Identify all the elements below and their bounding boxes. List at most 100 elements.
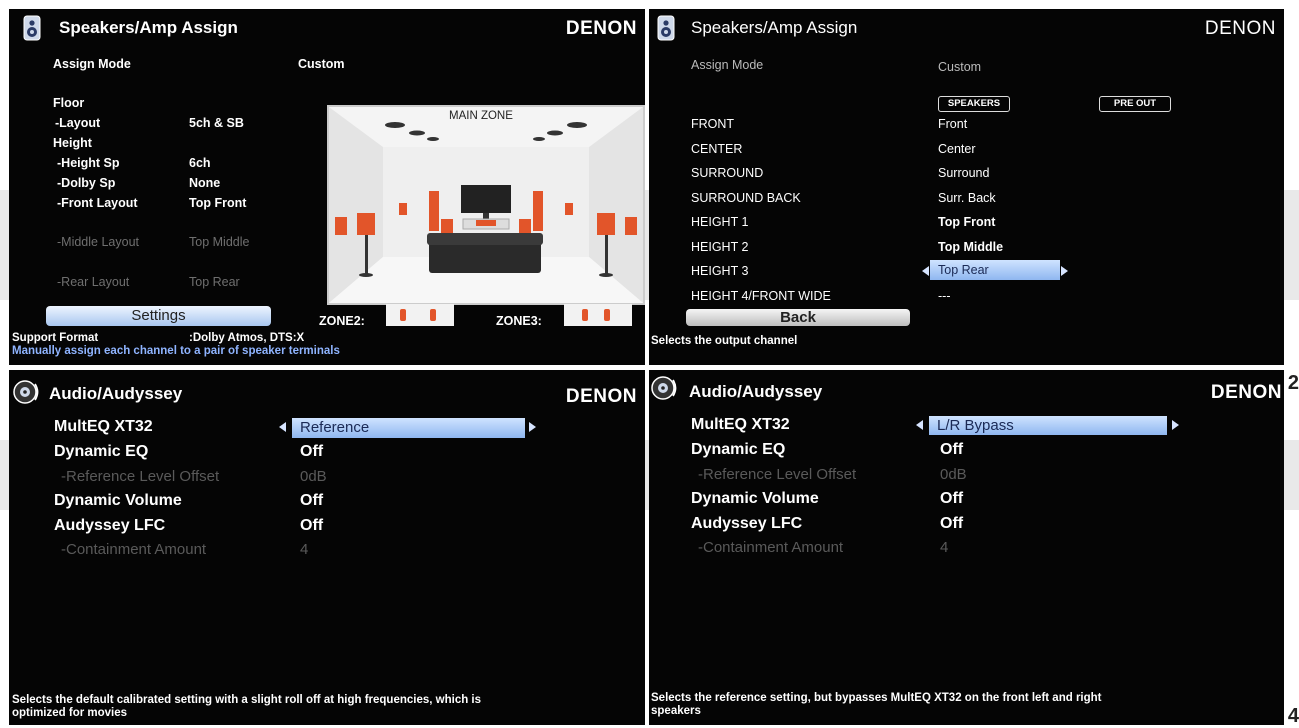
chevron-right-icon[interactable]	[1172, 420, 1179, 430]
back-button[interactable]: Back	[686, 309, 910, 326]
setting-label-reference-level-offset: -Reference Level Offset	[698, 466, 857, 483]
zone2-label: ZONE2:	[319, 314, 365, 328]
setting-label-containment-amount: -Containment Amount	[61, 541, 207, 558]
channel-value-surround-back[interactable]: Surr. Back	[938, 191, 996, 205]
audio-disc-icon	[13, 380, 43, 404]
speakers-amp-assign-panel-2: Speakers/Amp Assign DENON Assign Mode Cu…	[649, 9, 1284, 365]
setting-label-dynamic-volume: Dynamic Volume	[691, 490, 819, 507]
setting-value-dynamic-eq[interactable]: Off	[940, 441, 963, 459]
title-bar: Speakers/Amp Assign DENON	[9, 9, 645, 47]
setting-value-dynamic-volume[interactable]: Off	[940, 490, 963, 508]
chevron-right-icon[interactable]	[1061, 266, 1068, 276]
setting-value-audyssey-lfc[interactable]: Off	[940, 515, 963, 533]
setting-value-dynamic-volume[interactable]: Off	[300, 492, 323, 510]
brand-logo: DENON	[565, 386, 637, 407]
row-value-front-layout[interactable]: Top Front	[189, 196, 246, 210]
setting-value-containment-amount: 4	[300, 541, 309, 558]
setting-label-audyssey-lfc: Audyssey LFC	[54, 517, 166, 534]
chevron-left-icon[interactable]	[916, 420, 923, 430]
row-label-height: Height	[53, 136, 92, 150]
setting-label-audyssey-lfc: Audyssey LFC	[691, 515, 803, 532]
setting-value-dynamic-eq[interactable]: Off	[300, 443, 323, 461]
zone2-speaker-preview	[386, 304, 454, 326]
chevron-left-icon[interactable]	[922, 266, 929, 276]
row-value-layout[interactable]: 5ch & SB	[189, 116, 244, 130]
channel-value-height-1[interactable]: Top Front	[938, 215, 995, 229]
channel-value-center[interactable]: Center	[938, 142, 976, 156]
settings-button[interactable]: Settings	[46, 306, 271, 326]
row-label-front-layout[interactable]: -Front Layout	[57, 196, 138, 210]
setting-label-dynamic-volume: Dynamic Volume	[54, 492, 182, 509]
channel-label-surround: SURROUND	[691, 166, 764, 180]
setting-value-audyssey-lfc[interactable]: Off	[300, 517, 323, 535]
channel-label-height-2: HEIGHT 2	[691, 240, 749, 254]
channel-label-height-1: HEIGHT 1	[691, 215, 749, 229]
page-title: Speakers/Amp Assign	[691, 18, 858, 37]
support-format-value: :Dolby Atmos, DTS:X	[189, 332, 305, 344]
row-value-height-sp[interactable]: 6ch	[189, 156, 211, 170]
setting-value-reference-level-offset: 0dB	[940, 466, 967, 483]
speaker-layout-illustration: MAIN ZONE	[327, 105, 645, 305]
setting-label-dynamic-eq: Dynamic EQ	[54, 443, 149, 460]
page-title: Audio/Audyssey	[689, 382, 823, 401]
brand-logo: DENON	[1210, 382, 1282, 403]
row-label-layout[interactable]: -Layout	[55, 116, 100, 130]
setting-label-multeq: MultEQ XT32	[54, 418, 153, 435]
page-number: 4	[1287, 705, 1299, 727]
assign-mode-label: Assign Mode	[53, 57, 131, 71]
zone3-label: ZONE3:	[496, 314, 542, 328]
channel-value-front[interactable]: Front	[938, 117, 967, 131]
multeq-selected-value[interactable]: Reference	[292, 418, 525, 438]
audio-audyssey-panel-3: Audio/Audyssey DENON MultEQ XT32 Referen…	[9, 370, 645, 725]
row-label-dolby-sp[interactable]: -Dolby Sp	[57, 176, 115, 190]
row-label-height-sp[interactable]: -Height Sp	[57, 156, 120, 170]
setting-value-reference-level-offset: 0dB	[300, 468, 327, 485]
setting-label-containment-amount: -Containment Amount	[698, 539, 844, 556]
room-drawing	[329, 107, 643, 303]
setting-label-reference-level-offset: -Reference Level Offset	[61, 468, 220, 485]
channel-label-height-4: HEIGHT 4/FRONT WIDE	[691, 289, 831, 303]
channel-label-front: FRONT	[691, 117, 735, 131]
title-bar: Speakers/Amp Assign DENON	[649, 9, 1284, 47]
title-bar: Audio/Audyssey DENON	[9, 370, 645, 408]
help-text: Manually assign each channel to a pair o…	[12, 345, 340, 357]
help-text-line-2: speakers	[651, 705, 701, 717]
assign-mode-value[interactable]: Custom	[298, 57, 345, 71]
channel-value-height-3-selected[interactable]: Top Rear	[930, 260, 1060, 280]
channel-label-height-3: HEIGHT 3	[691, 264, 749, 278]
page-title: Audio/Audyssey	[49, 384, 183, 403]
speaker-icon	[19, 15, 45, 41]
help-text-line-2: optimized for movies	[12, 707, 128, 719]
setting-label-multeq: MultEQ XT32	[691, 416, 790, 433]
row-label-floor: Floor	[53, 96, 85, 110]
channel-label-center: CENTER	[691, 142, 743, 156]
setting-value-containment-amount: 4	[940, 539, 949, 556]
speakers-amp-assign-panel-1: Speakers/Amp Assign DENON Assign Mode Cu…	[9, 9, 645, 365]
row-value-dolby-sp[interactable]: None	[189, 176, 220, 190]
help-text-line-1: Selects the default calibrated setting w…	[12, 694, 482, 706]
row-label-rear-layout: -Rear Layout	[57, 275, 130, 289]
audio-disc-icon	[651, 376, 681, 400]
brand-logo: DENON	[1204, 18, 1276, 39]
chevron-right-icon[interactable]	[529, 422, 536, 432]
audio-audyssey-panel-4: Audio/Audyssey DENON MultEQ XT32 L/R Byp…	[649, 370, 1284, 725]
speaker-icon	[653, 15, 679, 41]
channel-value-surround[interactable]: Surround	[938, 166, 989, 180]
zone3-speaker-preview	[564, 304, 632, 326]
help-text-line-1: Selects the reference setting, but bypas…	[651, 692, 1102, 704]
brand-logo: DENON	[565, 18, 637, 39]
row-value-rear-layout: Top Rear	[189, 275, 240, 289]
column-header-speakers: SPEAKERS	[938, 96, 1010, 112]
channel-label-surround-back: SURROUND BACK	[691, 191, 801, 205]
assign-mode-value: Custom	[938, 60, 982, 74]
column-header-pre-out: PRE OUT	[1099, 96, 1171, 112]
page-title: Speakers/Amp Assign	[59, 18, 238, 37]
chevron-left-icon[interactable]	[279, 422, 286, 432]
page-number: 2	[1287, 372, 1299, 394]
main-zone-label: MAIN ZONE	[449, 110, 513, 122]
channel-value-height-4[interactable]: ---	[938, 289, 951, 303]
multeq-selected-value[interactable]: L/R Bypass	[929, 416, 1167, 435]
row-value-middle-layout: Top Middle	[189, 235, 250, 249]
setting-label-dynamic-eq: Dynamic EQ	[691, 441, 786, 458]
channel-value-height-2[interactable]: Top Middle	[938, 240, 1003, 254]
